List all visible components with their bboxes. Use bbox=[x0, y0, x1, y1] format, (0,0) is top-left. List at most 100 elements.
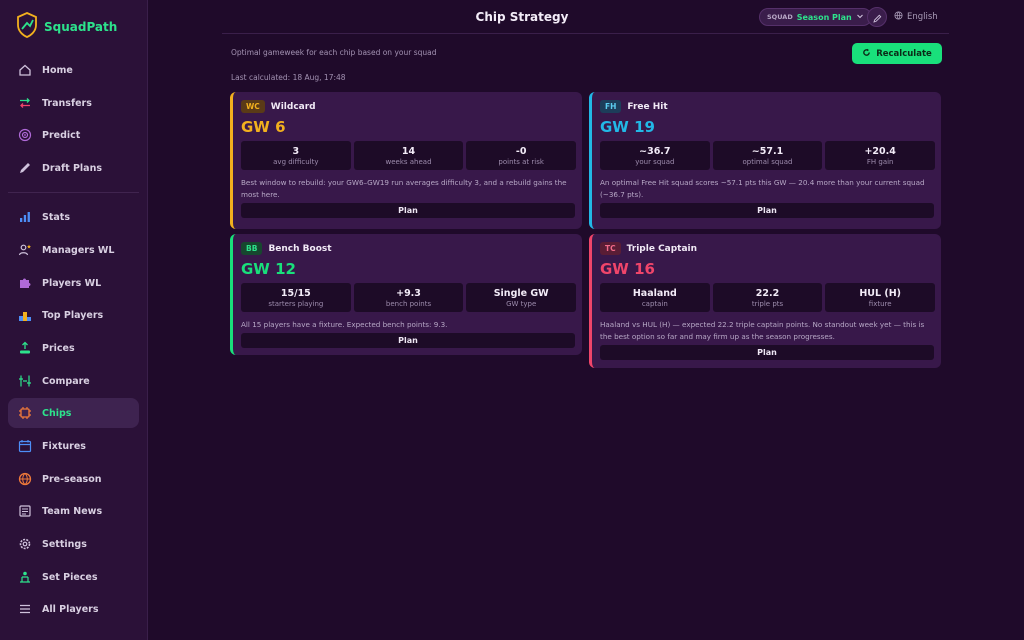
sidebar-item-label: Prices bbox=[42, 342, 75, 354]
stat-label: weeks ahead bbox=[385, 157, 432, 166]
chip-gameweek: GW 12 bbox=[241, 260, 296, 278]
sidebar-item-label: Stats bbox=[42, 211, 70, 223]
stat-box: 14 weeks ahead bbox=[353, 141, 464, 170]
recalculate-label: Recalculate bbox=[876, 48, 932, 59]
chip-card-bench-boost: BB Bench Boost GW 12 15/15 starters playi… bbox=[230, 234, 582, 355]
stat-value: -0 bbox=[515, 145, 527, 157]
gear-icon bbox=[18, 537, 32, 551]
stat-box: ~57.1 optimal squad bbox=[712, 141, 823, 170]
stat-label: GW type bbox=[506, 299, 537, 308]
language-selector[interactable]: English bbox=[894, 11, 938, 23]
plan-button[interactable]: Plan bbox=[241, 333, 575, 348]
sidebar-item-team-news[interactable]: Team News bbox=[8, 496, 139, 526]
plan-button[interactable]: Plan bbox=[241, 203, 575, 218]
sidebar-item-settings[interactable]: Settings bbox=[8, 529, 139, 559]
podium-icon bbox=[18, 308, 32, 322]
last-calculated: Last calculated: 18 Aug, 17:48 bbox=[231, 73, 346, 82]
chip-name: Bench Boost bbox=[268, 243, 332, 254]
recalculate-button[interactable]: Recalculate bbox=[852, 43, 942, 64]
sidebar-item-fixtures[interactable]: Fixtures bbox=[8, 431, 139, 461]
stat-box: Haaland captain bbox=[600, 283, 710, 312]
chip-name: Triple Captain bbox=[626, 243, 698, 254]
stat-box: Single GW GW type bbox=[466, 283, 577, 312]
chip-description: Best window to rebuild: your GW6–GW19 ru… bbox=[241, 178, 567, 199]
pencil-icon bbox=[18, 161, 32, 175]
sidebar-item-prices[interactable]: Prices bbox=[8, 333, 139, 363]
list-icon bbox=[18, 602, 32, 616]
page-subtitle: Optimal gameweek for each chip based on … bbox=[231, 48, 437, 57]
price-icon bbox=[18, 341, 32, 355]
chip-description: Haaland vs HUL (H) — expected 22.2 tripl… bbox=[600, 320, 925, 341]
sidebar-item-draft-plans[interactable]: Draft Plans bbox=[8, 153, 139, 183]
app-logo[interactable]: SquadPath bbox=[16, 12, 117, 40]
sidebar-item-top-players[interactable]: Top Players bbox=[8, 300, 139, 330]
sidebar-item-label: Top Players bbox=[42, 309, 104, 321]
sidebar-item-stats[interactable]: Stats bbox=[8, 202, 139, 232]
stat-box: 3 avg difficulty bbox=[241, 141, 351, 170]
refresh-icon bbox=[862, 48, 871, 60]
plan-button[interactable]: Plan bbox=[600, 203, 934, 218]
globe-icon bbox=[894, 11, 903, 23]
stat-label: avg difficulty bbox=[273, 157, 319, 166]
sidebar-item-transfers[interactable]: Transfers bbox=[8, 88, 139, 118]
sidebar-item-label: Players WL bbox=[42, 277, 102, 289]
news-icon bbox=[18, 504, 32, 518]
sidebar-item-players-wl[interactable]: Players WL bbox=[8, 268, 139, 298]
sidebar-item-set-pieces[interactable]: Set Pieces bbox=[8, 562, 139, 592]
plan-selector-label: SQUAD bbox=[767, 13, 793, 21]
stat-label: points at risk bbox=[498, 157, 544, 166]
chip-name: Wildcard bbox=[270, 101, 316, 112]
sidebar: SquadPath Home Transfers Predict Draft P… bbox=[0, 0, 148, 640]
bar-chart-icon bbox=[18, 210, 32, 224]
puzzle-icon bbox=[18, 276, 32, 290]
stat-value: +9.3 bbox=[396, 287, 421, 299]
edit-plan-button[interactable] bbox=[867, 7, 887, 27]
language-label: English bbox=[907, 12, 938, 22]
sidebar-item-predict[interactable]: Predict bbox=[8, 120, 139, 150]
target-icon bbox=[18, 128, 32, 142]
stat-value: 22.2 bbox=[755, 287, 780, 299]
stat-value: Haaland bbox=[632, 287, 677, 299]
sidebar-item-label: Managers WL bbox=[42, 244, 115, 256]
sidebar-item-managers-wl[interactable]: Managers WL bbox=[8, 235, 139, 265]
chip-tag: WC bbox=[241, 100, 265, 113]
plan-selector[interactable]: SQUAD Season Plan bbox=[759, 8, 872, 26]
chip-card-free-hit: FH Free Hit GW 19 ~36.7 your squad ~57.1 o… bbox=[589, 92, 941, 229]
sidebar-item-label: Fixtures bbox=[42, 440, 86, 452]
chevron-down-icon bbox=[856, 12, 864, 22]
plan-button[interactable]: Plan bbox=[600, 345, 934, 360]
pencil-icon bbox=[872, 8, 882, 27]
sidebar-item-pre-season[interactable]: Pre-season bbox=[8, 464, 139, 494]
chip-tag: TC bbox=[600, 242, 621, 255]
chip-card-wildcard: WC Wildcard GW 6 3 avg difficulty 14 weeks… bbox=[230, 92, 582, 229]
chip-stats: 15/15 starters playing +9.3 bench points S… bbox=[241, 283, 577, 312]
chip-icon bbox=[18, 406, 32, 420]
chip-stats: ~36.7 your squad ~57.1 optimal squad +20.4… bbox=[600, 141, 936, 170]
sidebar-item-label: Team News bbox=[42, 505, 103, 517]
stat-label: triple pts bbox=[751, 299, 784, 308]
stat-label: optimal squad bbox=[742, 157, 793, 166]
chip-gameweek: GW 6 bbox=[241, 118, 286, 136]
sidebar-divider bbox=[8, 192, 139, 193]
calendar-icon bbox=[18, 439, 32, 453]
chip-name: Free Hit bbox=[627, 101, 668, 112]
stat-value: HUL (H) bbox=[859, 287, 902, 299]
sidebar-item-compare[interactable]: Compare bbox=[8, 366, 139, 396]
chip-stats: Haaland captain 22.2 triple pts HUL (H) fix… bbox=[600, 283, 936, 312]
compare-icon bbox=[18, 374, 32, 388]
globe-icon bbox=[18, 472, 32, 486]
stat-box: +9.3 bench points bbox=[353, 283, 464, 312]
stat-box: -0 points at risk bbox=[466, 141, 577, 170]
sidebar-item-label: Settings bbox=[42, 538, 87, 550]
stat-label: FH gain bbox=[866, 157, 894, 166]
sidebar-item-chips[interactable]: Chips bbox=[8, 398, 139, 428]
top-bar: Chip Strategy SQUAD Season Plan English bbox=[222, 0, 949, 34]
stat-value: 3 bbox=[292, 145, 300, 157]
stat-value: Single GW bbox=[493, 287, 549, 299]
chip-gameweek: GW 19 bbox=[600, 118, 655, 136]
stat-label: bench points bbox=[385, 299, 432, 308]
sidebar-item-all-players[interactable]: All Players bbox=[8, 594, 139, 624]
sidebar-item-home[interactable]: Home bbox=[8, 55, 139, 85]
chip-card-triple-captain: TC Triple Captain GW 16 Haaland captain 2… bbox=[589, 234, 941, 368]
user-star-icon bbox=[18, 243, 32, 257]
